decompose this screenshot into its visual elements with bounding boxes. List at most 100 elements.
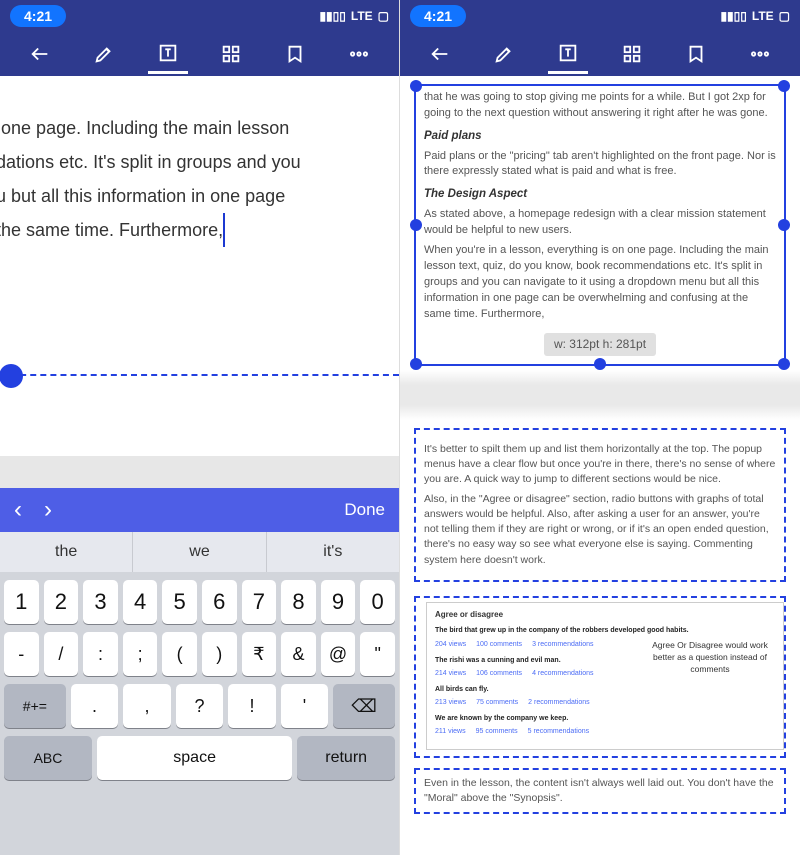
key-period[interactable]: . <box>71 684 119 728</box>
key-4[interactable]: 4 <box>123 580 158 624</box>
key-6[interactable]: 6 <box>202 580 237 624</box>
text-block[interactable]: It's better to spilt them up and list th… <box>414 428 786 582</box>
key-semicolon[interactable]: ; <box>123 632 158 676</box>
signal-icon: ▮▮▯▯ <box>720 9 746 23</box>
key-9[interactable]: 9 <box>321 580 356 624</box>
stat: 106 comments <box>476 669 522 679</box>
key-at[interactable]: @ <box>321 632 356 676</box>
battery-icon: ▢ <box>378 9 389 23</box>
key-symbols[interactable]: #+= <box>4 684 66 728</box>
phone-left: 4:21 ▮▮▯▯ LTE ▢ on one page. Including t… <box>0 0 400 855</box>
key-question[interactable]: ? <box>176 684 224 728</box>
key-slash[interactable]: / <box>44 632 79 676</box>
suggestion[interactable]: we <box>133 532 266 572</box>
key-abc[interactable]: ABC <box>4 736 92 780</box>
key-5[interactable]: 5 <box>162 580 197 624</box>
stat: 3 recommendations <box>532 640 593 650</box>
key-exclaim[interactable]: ! <box>228 684 276 728</box>
prev-field-button[interactable]: ‹ <box>14 498 22 522</box>
key-2[interactable]: 2 <box>44 580 79 624</box>
keyboard-accessory: ‹ › Done <box>0 488 399 532</box>
selection-handle[interactable] <box>410 80 422 92</box>
draw-tool-button[interactable] <box>484 34 524 74</box>
key-lparen[interactable]: ( <box>162 632 197 676</box>
key-currency[interactable]: ₹ <box>242 632 277 676</box>
battery-icon: ▢ <box>779 9 790 23</box>
canvas-area[interactable]: that he was going to stop giving me poin… <box>400 76 800 855</box>
key-space[interactable]: space <box>97 736 292 780</box>
stat: 2 recommendations <box>528 698 589 708</box>
app-toolbar <box>400 32 800 76</box>
more-button[interactable] <box>740 34 780 74</box>
selected-text-block[interactable]: that he was going to stop giving me poin… <box>414 84 786 366</box>
signal-icon: ▮▮▯▯ <box>319 9 345 23</box>
key-comma[interactable]: , <box>123 684 171 728</box>
status-right: ▮▮▯▯ LTE ▢ <box>319 9 389 23</box>
key-colon[interactable]: : <box>83 632 118 676</box>
body-text: Also, in the "Agree or disagree" section… <box>424 492 776 568</box>
keyboard: ‹ › Done the we it's 1 2 3 4 5 6 7 <box>0 488 399 855</box>
text-editing-area[interactable]: on one page. Including the main lesson e… <box>0 76 399 456</box>
selection-handle[interactable] <box>778 358 790 370</box>
draw-tool-button[interactable] <box>84 34 124 74</box>
key-8[interactable]: 8 <box>281 580 316 624</box>
back-button[interactable] <box>420 34 460 74</box>
back-button[interactable] <box>20 34 60 74</box>
suggestion[interactable]: the <box>0 532 133 572</box>
key-dash[interactable]: - <box>4 632 39 676</box>
text-tool-button[interactable] <box>548 34 588 74</box>
resize-handle[interactable] <box>0 364 23 388</box>
image-block[interactable]: Agree or disagree The bird that grew up … <box>414 596 786 758</box>
text-line: endations etc. It's split in groups and … <box>0 145 301 179</box>
selection-handle[interactable] <box>410 219 422 231</box>
selection-handle[interactable] <box>778 80 790 92</box>
network-label: LTE <box>752 9 774 23</box>
body-text: When you're in a lesson, everything is o… <box>424 243 776 323</box>
bookmark-button[interactable] <box>676 34 716 74</box>
resize-guide-line <box>0 374 399 376</box>
body-text: As stated above, a homepage redesign wit… <box>424 207 776 239</box>
key-7[interactable]: 7 <box>242 580 277 624</box>
question-text: The bird that grew up in the company of … <box>435 626 775 636</box>
key-3[interactable]: 3 <box>83 580 118 624</box>
key-amp[interactable]: & <box>281 632 316 676</box>
key-1[interactable]: 1 <box>4 580 39 624</box>
stat: 95 comments <box>476 727 518 737</box>
text-line: on one page. Including the main lesson <box>0 111 289 145</box>
stat: 5 recommendations <box>528 727 589 737</box>
more-button[interactable] <box>339 34 379 74</box>
body-text: It's better to spilt them up and list th… <box>424 442 776 488</box>
agree-panel: Agree or disagree The bird that grew up … <box>426 602 784 750</box>
key-apostrophe[interactable]: ' <box>281 684 329 728</box>
selection-handle[interactable] <box>594 358 606 370</box>
key-rparen[interactable]: ) <box>202 632 237 676</box>
bookmark-button[interactable] <box>275 34 315 74</box>
status-bar: 4:21 ▮▮▯▯ LTE ▢ <box>400 0 800 32</box>
keyboard-suggestions: the we it's <box>0 532 399 572</box>
grid-tool-button[interactable] <box>612 34 652 74</box>
stat: 204 views <box>435 640 466 650</box>
next-field-button[interactable]: › <box>44 498 52 522</box>
suggestion[interactable]: it's <box>267 532 399 572</box>
dimension-badge: w: 312pt h: 281pt <box>544 333 656 356</box>
heading: Paid plans <box>424 128 776 145</box>
keyboard-bottom-bar: ☺ <box>0 847 399 855</box>
phone-right: 4:21 ▮▮▯▯ LTE ▢ that <box>400 0 800 855</box>
status-bar: 4:21 ▮▮▯▯ LTE ▢ <box>0 0 399 32</box>
done-button[interactable]: Done <box>344 500 385 520</box>
status-time: 4:21 <box>10 5 66 27</box>
stat: 214 views <box>435 669 466 679</box>
key-return[interactable]: return <box>297 736 395 780</box>
network-label: LTE <box>351 9 373 23</box>
key-0[interactable]: 0 <box>360 580 395 624</box>
text-line: enu but all this information in one page <box>0 179 285 213</box>
body-text: that he was going to stop giving me poin… <box>424 90 776 122</box>
key-backspace[interactable]: ⌫ <box>333 684 395 728</box>
text-tool-button[interactable] <box>148 34 188 74</box>
key-quote[interactable]: " <box>360 632 395 676</box>
text-block[interactable]: Even in the lesson, the content isn't al… <box>414 768 786 814</box>
selection-handle[interactable] <box>778 219 790 231</box>
grid-tool-button[interactable] <box>211 34 251 74</box>
body-text: Paid plans or the "pricing" tab aren't h… <box>424 149 776 181</box>
selection-handle[interactable] <box>410 358 422 370</box>
